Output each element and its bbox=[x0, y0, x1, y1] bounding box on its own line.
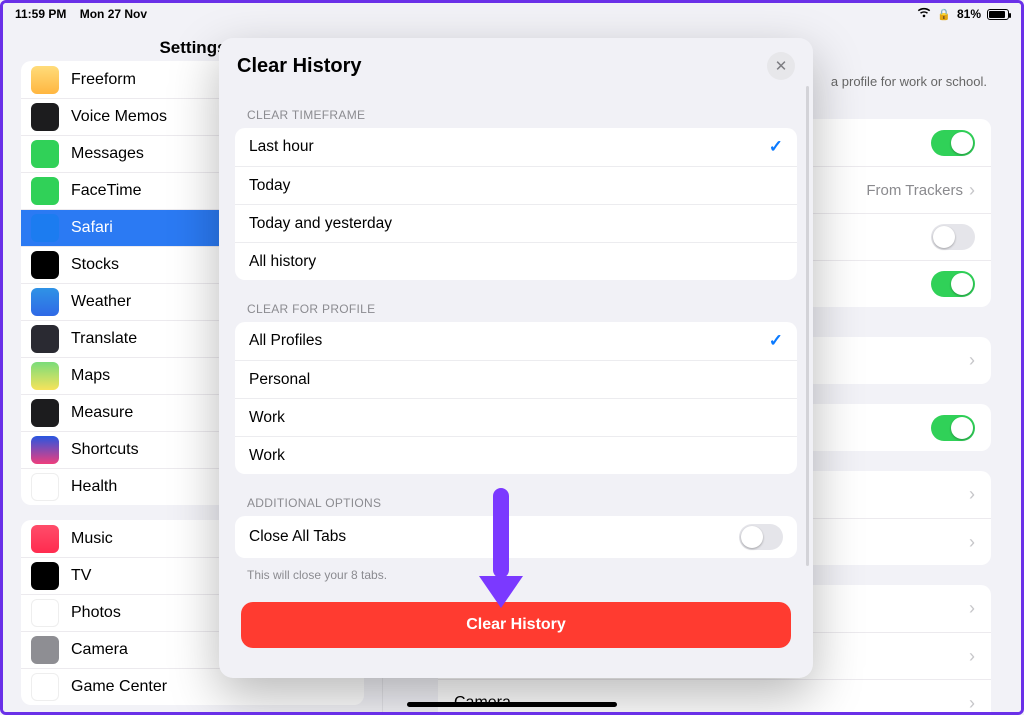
timeframe-option[interactable]: Today and yesterday bbox=[235, 204, 797, 242]
option-label: Work bbox=[249, 409, 285, 427]
timeframe-option[interactable]: Last hour ✓ bbox=[235, 128, 797, 166]
checkmark-icon: ✓ bbox=[769, 331, 783, 351]
modal-body: CLEAR TIMEFRAME Last hour ✓ Today Today and… bbox=[219, 86, 813, 678]
profile-option[interactable]: Work bbox=[235, 398, 797, 436]
profile-option[interactable]: All Profiles ✓ bbox=[235, 322, 797, 360]
timeframe-option[interactable]: All history bbox=[235, 242, 797, 280]
checkmark-icon: ✓ bbox=[769, 137, 783, 157]
option-label: All history bbox=[249, 253, 316, 271]
option-label: Today bbox=[249, 177, 290, 195]
modal-title: Clear History bbox=[237, 55, 362, 78]
close-all-tabs-label: Close All Tabs bbox=[249, 528, 346, 546]
section-header-profile: CLEAR FOR PROFILE bbox=[235, 280, 797, 322]
profile-option-list: All Profiles ✓ Personal Work Work bbox=[235, 322, 797, 474]
option-label: Last hour bbox=[249, 138, 314, 156]
close-button[interactable]: ✕ bbox=[767, 52, 795, 80]
close-icon: ✕ bbox=[775, 57, 788, 75]
timeframe-option-list: Last hour ✓ Today Today and yesterday All hi… bbox=[235, 128, 797, 280]
option-label: All Profiles bbox=[249, 332, 322, 350]
close-all-tabs-toggle[interactable] bbox=[739, 524, 783, 550]
option-label: Personal bbox=[249, 371, 310, 389]
section-header-timeframe: CLEAR TIMEFRAME bbox=[235, 86, 797, 128]
profile-option[interactable]: Personal bbox=[235, 360, 797, 398]
profile-option[interactable]: Work bbox=[235, 436, 797, 474]
clear-history-modal: Clear History ✕ CLEAR TIMEFRAME Last hou… bbox=[219, 38, 813, 678]
option-label: Work bbox=[249, 447, 285, 465]
clear-history-button-label: Clear History bbox=[466, 616, 566, 634]
timeframe-option[interactable]: Today bbox=[235, 166, 797, 204]
clear-history-button[interactable]: Clear History bbox=[241, 602, 791, 648]
close-all-tabs-row[interactable]: Close All Tabs bbox=[235, 516, 797, 558]
close-tabs-footer: This will close your 8 tabs. bbox=[235, 558, 797, 596]
scroll-indicator bbox=[806, 86, 809, 566]
section-header-additional: ADDITIONAL OPTIONS bbox=[235, 474, 797, 516]
option-label: Today and yesterday bbox=[249, 215, 392, 233]
home-indicator bbox=[407, 702, 617, 707]
